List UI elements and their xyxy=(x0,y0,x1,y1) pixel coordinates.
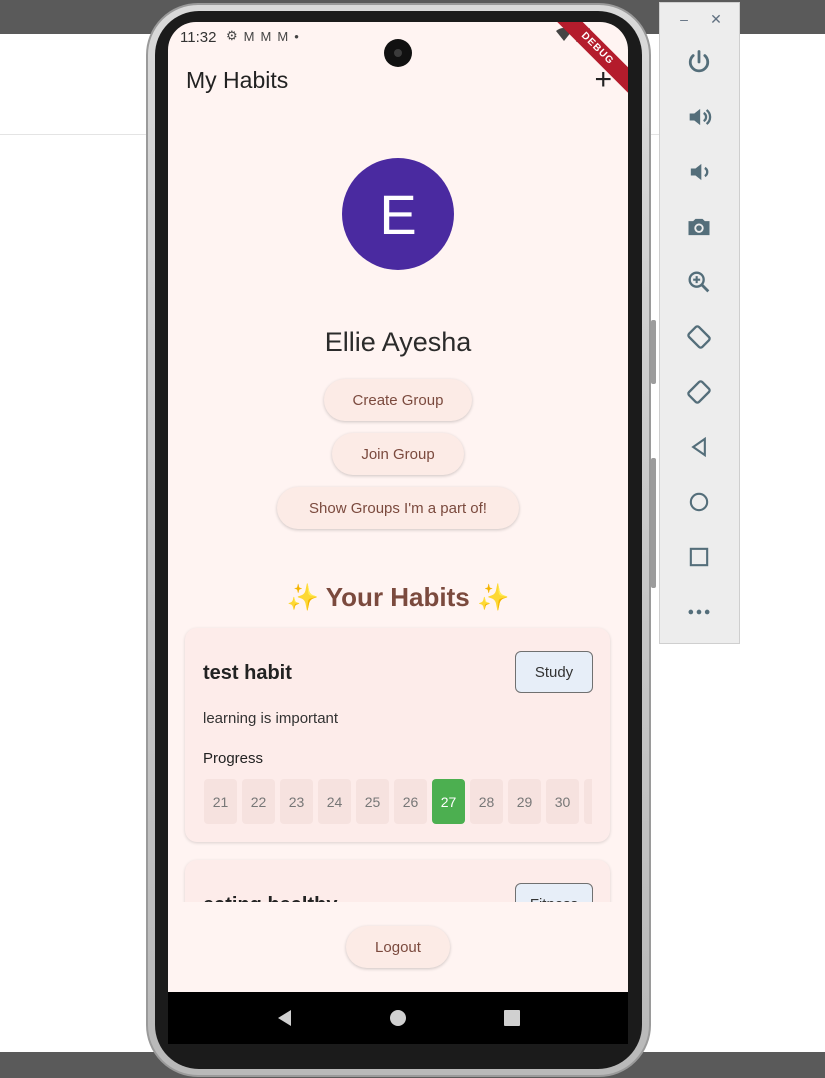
volume-down-icon[interactable] xyxy=(682,155,716,189)
show-groups-button[interactable]: Show Groups I'm a part of! xyxy=(277,487,519,529)
settings-gear-icon: ⚙ xyxy=(226,28,238,43)
power-icon[interactable] xyxy=(682,45,716,79)
back-icon[interactable] xyxy=(682,430,716,464)
page-title: My Habits xyxy=(186,67,289,93)
app-screen: 11:32 ⚙ M M M • DEBUG My Habits + E Elli… xyxy=(168,22,628,992)
nav-overview-icon[interactable] xyxy=(503,1009,521,1027)
dot-icon: • xyxy=(294,28,299,44)
minimize-button[interactable]: – xyxy=(676,11,692,27)
progress-day[interactable]: 22 xyxy=(242,779,275,824)
status-time: 11:32 xyxy=(180,29,217,46)
home-icon[interactable] xyxy=(682,485,716,519)
progress-day[interactable]: 25 xyxy=(356,779,389,824)
zoom-icon[interactable] xyxy=(682,265,716,299)
rotate-left-icon[interactable] xyxy=(682,320,716,354)
plus-icon[interactable]: + xyxy=(594,65,612,95)
progress-day[interactable]: 30 xyxy=(546,779,579,824)
avatar: E xyxy=(342,158,454,270)
habit-title: test habit xyxy=(203,662,292,684)
gmail-icon: M xyxy=(243,28,255,44)
progress-days: 21 22 23 24 25 26 27 28 29 30 xyxy=(204,779,592,825)
habit-card: test habit Study learning is important P… xyxy=(185,628,610,842)
volume-up-icon[interactable] xyxy=(682,100,716,134)
progress-label: Progress xyxy=(203,750,264,767)
gmail-icon: M xyxy=(277,28,289,44)
camera-icon[interactable] xyxy=(682,210,716,244)
progress-day[interactable]: 21 xyxy=(204,779,237,824)
progress-day[interactable]: 29 xyxy=(508,779,541,824)
front-camera xyxy=(384,39,412,67)
habit-description: learning is important xyxy=(203,710,339,727)
gmail-icon: M xyxy=(260,28,272,44)
more-icon[interactable] xyxy=(682,595,716,629)
rotate-right-icon[interactable] xyxy=(682,375,716,409)
progress-day-completed[interactable]: 27 xyxy=(432,779,465,824)
progress-day[interactable]: 24 xyxy=(318,779,351,824)
notification-icons: ⚙ M M M • xyxy=(226,28,299,44)
create-group-button[interactable]: Create Group xyxy=(324,379,472,421)
logout-button[interactable]: Logout xyxy=(346,926,450,968)
overview-icon[interactable] xyxy=(682,540,716,574)
progress-day[interactable] xyxy=(584,779,592,824)
user-name: Ellie Ayesha xyxy=(324,327,472,357)
emulator-toolbar: – ✕ xyxy=(659,2,740,644)
join-group-button[interactable]: Join Group xyxy=(332,433,464,475)
progress-day[interactable]: 26 xyxy=(394,779,427,824)
nav-home-icon[interactable] xyxy=(388,1008,408,1028)
system-nav-bar xyxy=(168,992,628,1044)
progress-day[interactable]: 23 xyxy=(280,779,313,824)
category-button[interactable]: Study xyxy=(515,651,593,693)
close-button[interactable]: ✕ xyxy=(708,11,724,28)
habits-heading: ✨ Your Habits ✨ xyxy=(286,582,510,612)
device-volume-rocker xyxy=(651,458,656,588)
nav-back-icon[interactable] xyxy=(275,1008,293,1028)
logout-area: Logout xyxy=(168,902,628,992)
progress-day[interactable]: 28 xyxy=(470,779,503,824)
device-side-button xyxy=(651,320,656,384)
